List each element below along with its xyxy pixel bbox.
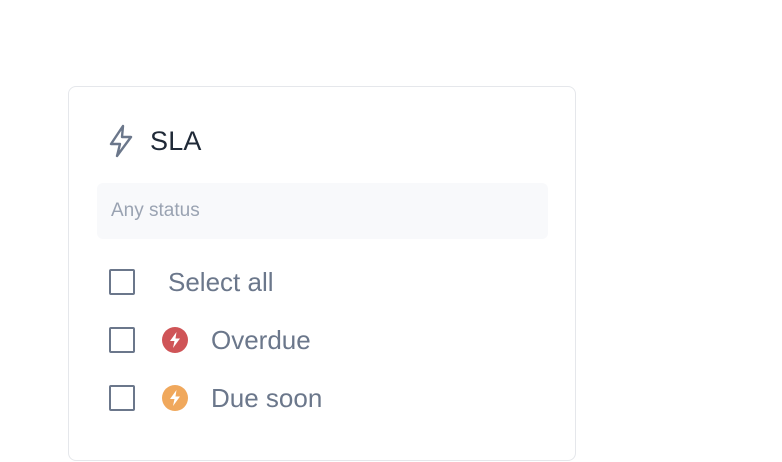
option-label: Due soon xyxy=(211,382,323,413)
select-all-option[interactable]: Select all xyxy=(109,265,274,299)
sla-filter-panel: SLA Select all Overdue Due soon xyxy=(68,86,576,461)
lightning-icon xyxy=(107,123,135,159)
option-overdue[interactable]: Overdue xyxy=(109,323,311,357)
option-due-soon[interactable]: Due soon xyxy=(109,381,322,415)
panel-title: SLA xyxy=(150,125,202,156)
status-search-input[interactable] xyxy=(97,183,548,239)
select-all-checkbox[interactable] xyxy=(109,269,135,295)
overdue-checkbox[interactable] xyxy=(109,327,135,353)
select-all-label: Select all xyxy=(168,266,274,297)
panel-header: SLA xyxy=(107,123,202,159)
due-soon-checkbox[interactable] xyxy=(109,385,135,411)
option-label: Overdue xyxy=(211,324,311,355)
due-soon-lightning-icon xyxy=(162,385,188,411)
overdue-lightning-icon xyxy=(162,327,188,353)
